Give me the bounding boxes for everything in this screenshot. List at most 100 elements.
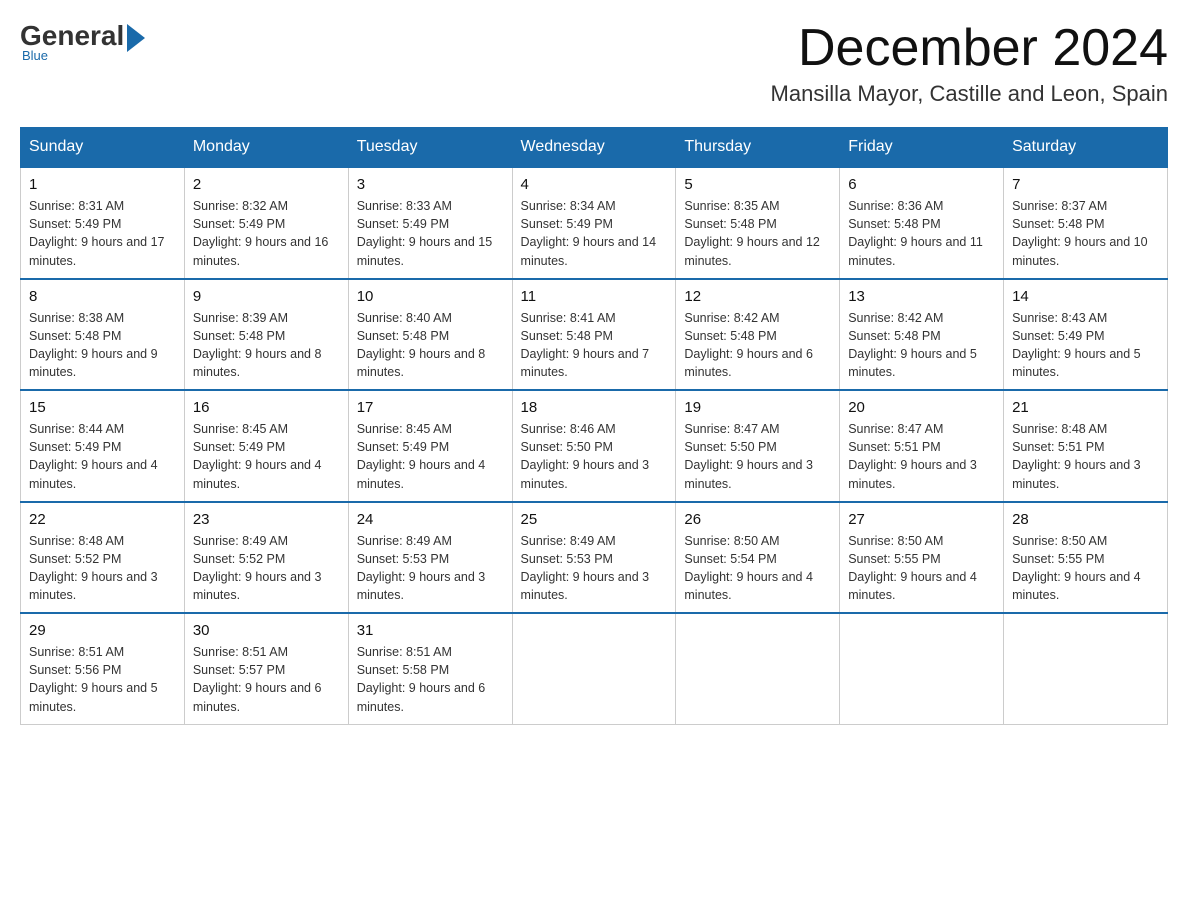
day-number: 15 bbox=[29, 399, 176, 416]
day-info: Sunrise: 8:48 AMSunset: 5:51 PMDaylight:… bbox=[1012, 422, 1141, 490]
day-number: 29 bbox=[29, 622, 176, 639]
day-number: 3 bbox=[357, 176, 504, 193]
calendar-day-cell: 14Sunrise: 8:43 AMSunset: 5:49 PMDayligh… bbox=[1004, 279, 1168, 391]
calendar-day-cell: 12 Sunrise: 8:42 AMSunset: 5:48 PMDayligh… bbox=[676, 279, 840, 391]
weekday-header-thursday: Thursday bbox=[676, 128, 840, 168]
day-info: Sunrise: 8:42 AMSunset: 5:48 PMDaylight:… bbox=[684, 311, 813, 379]
calendar-day-cell: 6 Sunrise: 8:36 AMSunset: 5:48 PMDaylight… bbox=[840, 167, 1004, 279]
calendar-day-cell: 13 Sunrise: 8:42 AMSunset: 5:48 PMDayligh… bbox=[840, 279, 1004, 391]
calendar-day-cell: 20Sunrise: 8:47 AMSunset: 5:51 PMDayligh… bbox=[840, 390, 1004, 502]
logo-blue-text: Blue bbox=[22, 48, 48, 63]
day-info: Sunrise: 8:35 AMSunset: 5:48 PMDaylight:… bbox=[684, 199, 820, 267]
day-info: Sunrise: 8:38 AMSunset: 5:48 PMDaylight:… bbox=[29, 311, 158, 379]
day-number: 25 bbox=[521, 511, 668, 528]
day-number: 22 bbox=[29, 511, 176, 528]
weekday-header-row: SundayMondayTuesdayWednesdayThursdayFrid… bbox=[21, 128, 1168, 168]
day-info: Sunrise: 8:49 AMSunset: 5:53 PMDaylight:… bbox=[357, 534, 486, 602]
calendar-day-cell: 1 Sunrise: 8:31 AMSunset: 5:49 PMDaylight… bbox=[21, 167, 185, 279]
day-info: Sunrise: 8:40 AMSunset: 5:48 PMDaylight:… bbox=[357, 311, 486, 379]
weekday-header-wednesday: Wednesday bbox=[512, 128, 676, 168]
day-number: 16 bbox=[193, 399, 340, 416]
weekday-header-sunday: Sunday bbox=[21, 128, 185, 168]
day-info: Sunrise: 8:49 AMSunset: 5:53 PMDaylight:… bbox=[521, 534, 650, 602]
calendar-day-cell: 15 Sunrise: 8:44 AMSunset: 5:49 PMDayligh… bbox=[21, 390, 185, 502]
calendar-day-cell: 21 Sunrise: 8:48 AMSunset: 5:51 PMDayligh… bbox=[1004, 390, 1168, 502]
day-number: 27 bbox=[848, 511, 995, 528]
day-number: 7 bbox=[1012, 176, 1159, 193]
day-number: 13 bbox=[848, 288, 995, 305]
day-info: Sunrise: 8:33 AMSunset: 5:49 PMDaylight:… bbox=[357, 199, 493, 267]
day-number: 11 bbox=[521, 288, 668, 305]
calendar-week-row: 29 Sunrise: 8:51 AMSunset: 5:56 PMDayligh… bbox=[21, 613, 1168, 724]
day-info: Sunrise: 8:34 AMSunset: 5:49 PMDaylight:… bbox=[521, 199, 657, 267]
location-subtitle: Mansilla Mayor, Castille and Leon, Spain bbox=[771, 81, 1168, 107]
calendar-week-row: 15 Sunrise: 8:44 AMSunset: 5:49 PMDayligh… bbox=[21, 390, 1168, 502]
calendar-day-cell: 24 Sunrise: 8:49 AMSunset: 5:53 PMDayligh… bbox=[348, 502, 512, 614]
calendar-day-cell bbox=[512, 613, 676, 724]
calendar-day-cell bbox=[676, 613, 840, 724]
calendar-day-cell: 5 Sunrise: 8:35 AMSunset: 5:48 PMDaylight… bbox=[676, 167, 840, 279]
day-number: 28 bbox=[1012, 511, 1159, 528]
day-number: 21 bbox=[1012, 399, 1159, 416]
day-info: Sunrise: 8:45 AMSunset: 5:49 PMDaylight:… bbox=[357, 422, 486, 490]
calendar-day-cell: 18Sunrise: 8:46 AMSunset: 5:50 PMDayligh… bbox=[512, 390, 676, 502]
day-info: Sunrise: 8:51 AMSunset: 5:56 PMDaylight:… bbox=[29, 645, 158, 713]
weekday-header-tuesday: Tuesday bbox=[348, 128, 512, 168]
calendar-day-cell: 29 Sunrise: 8:51 AMSunset: 5:56 PMDayligh… bbox=[21, 613, 185, 724]
day-info: Sunrise: 8:32 AMSunset: 5:49 PMDaylight:… bbox=[193, 199, 329, 267]
calendar-day-cell: 22 Sunrise: 8:48 AMSunset: 5:52 PMDayligh… bbox=[21, 502, 185, 614]
day-info: Sunrise: 8:37 AMSunset: 5:48 PMDaylight:… bbox=[1012, 199, 1148, 267]
day-info: Sunrise: 8:36 AMSunset: 5:48 PMDaylight:… bbox=[848, 199, 983, 267]
day-info: Sunrise: 8:41 AMSunset: 5:48 PMDaylight:… bbox=[521, 311, 650, 379]
calendar-day-cell: 8Sunrise: 8:38 AMSunset: 5:48 PMDaylight… bbox=[21, 279, 185, 391]
day-info: Sunrise: 8:45 AMSunset: 5:49 PMDaylight:… bbox=[193, 422, 322, 490]
day-number: 6 bbox=[848, 176, 995, 193]
day-number: 23 bbox=[193, 511, 340, 528]
day-number: 18 bbox=[521, 399, 668, 416]
day-number: 17 bbox=[357, 399, 504, 416]
calendar-day-cell: 23 Sunrise: 8:49 AMSunset: 5:52 PMDayligh… bbox=[184, 502, 348, 614]
day-number: 1 bbox=[29, 176, 176, 193]
calendar-day-cell: 25 Sunrise: 8:49 AMSunset: 5:53 PMDayligh… bbox=[512, 502, 676, 614]
calendar-day-cell: 26Sunrise: 8:50 AMSunset: 5:54 PMDayligh… bbox=[676, 502, 840, 614]
weekday-header-monday: Monday bbox=[184, 128, 348, 168]
day-info: Sunrise: 8:47 AMSunset: 5:50 PMDaylight:… bbox=[684, 422, 813, 490]
calendar-week-row: 8Sunrise: 8:38 AMSunset: 5:48 PMDaylight… bbox=[21, 279, 1168, 391]
calendar-day-cell bbox=[840, 613, 1004, 724]
day-info: Sunrise: 8:42 AMSunset: 5:48 PMDaylight:… bbox=[848, 311, 977, 379]
day-info: Sunrise: 8:49 AMSunset: 5:52 PMDaylight:… bbox=[193, 534, 322, 602]
month-year-title: December 2024 bbox=[771, 20, 1168, 77]
calendar-day-cell: 28 Sunrise: 8:50 AMSunset: 5:55 PMDayligh… bbox=[1004, 502, 1168, 614]
calendar-day-cell bbox=[1004, 613, 1168, 724]
day-number: 4 bbox=[521, 176, 668, 193]
logo: General Blue bbox=[20, 20, 145, 63]
calendar-day-cell: 2 Sunrise: 8:32 AMSunset: 5:49 PMDaylight… bbox=[184, 167, 348, 279]
day-info: Sunrise: 8:48 AMSunset: 5:52 PMDaylight:… bbox=[29, 534, 158, 602]
calendar-day-cell: 27 Sunrise: 8:50 AMSunset: 5:55 PMDayligh… bbox=[840, 502, 1004, 614]
calendar-table: SundayMondayTuesdayWednesdayThursdayFrid… bbox=[20, 127, 1168, 725]
calendar-day-cell: 10Sunrise: 8:40 AMSunset: 5:48 PMDayligh… bbox=[348, 279, 512, 391]
day-number: 2 bbox=[193, 176, 340, 193]
day-number: 5 bbox=[684, 176, 831, 193]
logo-arrow-icon bbox=[127, 24, 145, 52]
calendar-day-cell: 17 Sunrise: 8:45 AMSunset: 5:49 PMDayligh… bbox=[348, 390, 512, 502]
calendar-week-row: 22 Sunrise: 8:48 AMSunset: 5:52 PMDayligh… bbox=[21, 502, 1168, 614]
day-info: Sunrise: 8:47 AMSunset: 5:51 PMDaylight:… bbox=[848, 422, 977, 490]
calendar-day-cell: 19Sunrise: 8:47 AMSunset: 5:50 PMDayligh… bbox=[676, 390, 840, 502]
calendar-day-cell: 7 Sunrise: 8:37 AMSunset: 5:48 PMDaylight… bbox=[1004, 167, 1168, 279]
day-info: Sunrise: 8:50 AMSunset: 5:54 PMDaylight:… bbox=[684, 534, 813, 602]
day-number: 12 bbox=[684, 288, 831, 305]
day-info: Sunrise: 8:31 AMSunset: 5:49 PMDaylight:… bbox=[29, 199, 165, 267]
day-number: 9 bbox=[193, 288, 340, 305]
day-info: Sunrise: 8:50 AMSunset: 5:55 PMDaylight:… bbox=[1012, 534, 1141, 602]
calendar-day-cell: 3 Sunrise: 8:33 AMSunset: 5:49 PMDaylight… bbox=[348, 167, 512, 279]
weekday-header-saturday: Saturday bbox=[1004, 128, 1168, 168]
day-info: Sunrise: 8:44 AMSunset: 5:49 PMDaylight:… bbox=[29, 422, 158, 490]
weekday-header-friday: Friday bbox=[840, 128, 1004, 168]
calendar-day-cell: 11 Sunrise: 8:41 AMSunset: 5:48 PMDayligh… bbox=[512, 279, 676, 391]
day-number: 24 bbox=[357, 511, 504, 528]
day-info: Sunrise: 8:39 AMSunset: 5:48 PMDaylight:… bbox=[193, 311, 322, 379]
day-info: Sunrise: 8:50 AMSunset: 5:55 PMDaylight:… bbox=[848, 534, 977, 602]
calendar-day-cell: 30Sunrise: 8:51 AMSunset: 5:57 PMDayligh… bbox=[184, 613, 348, 724]
calendar-day-cell: 16 Sunrise: 8:45 AMSunset: 5:49 PMDayligh… bbox=[184, 390, 348, 502]
